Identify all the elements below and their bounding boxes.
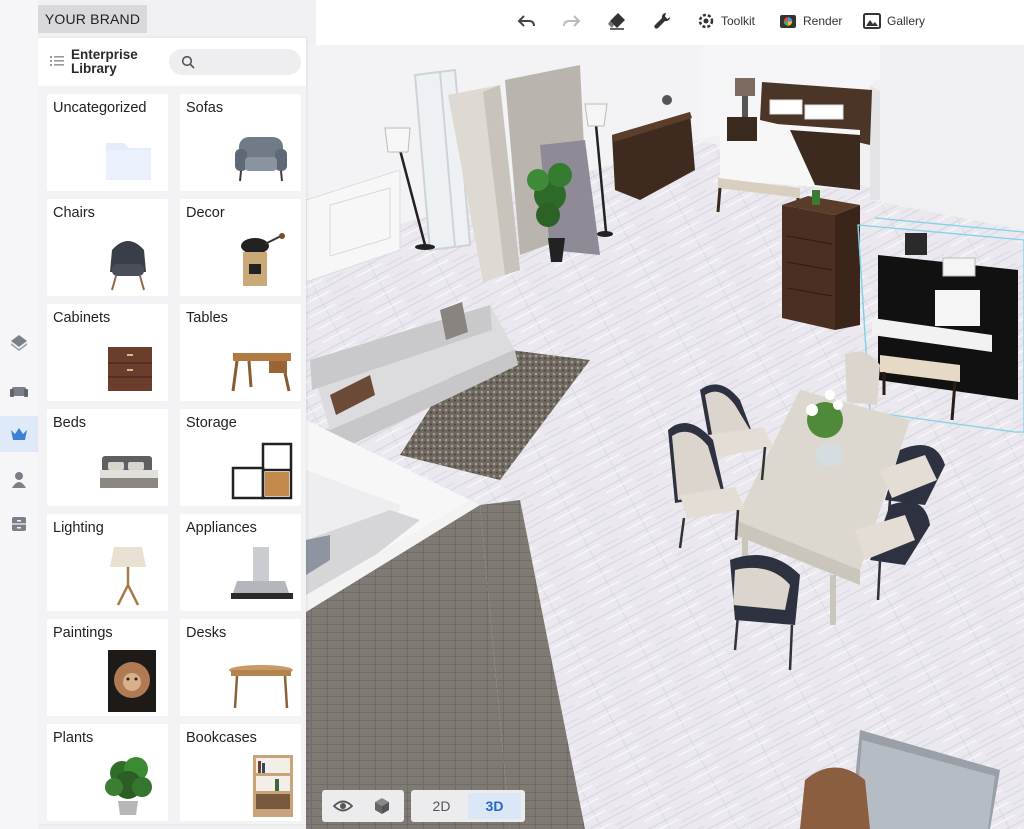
mode-2d-button[interactable]: 2D bbox=[415, 793, 468, 819]
category-label: Sofas bbox=[186, 100, 224, 116]
list-icon[interactable] bbox=[50, 54, 64, 68]
category-storage[interactable]: Storage bbox=[180, 409, 301, 506]
render-button[interactable]: Render bbox=[778, 8, 842, 34]
category-label: Storage bbox=[186, 415, 237, 431]
toolkit-gear-icon bbox=[698, 13, 714, 29]
rail-people-button[interactable] bbox=[0, 462, 38, 498]
category-lighting[interactable]: Lighting bbox=[47, 514, 168, 611]
plant-icon bbox=[92, 755, 164, 817]
eye-icon[interactable] bbox=[333, 796, 353, 816]
shelf-icon bbox=[225, 440, 297, 502]
brand-logo: YOUR BRAND bbox=[38, 5, 147, 33]
sofa-icon bbox=[10, 387, 28, 397]
library-header: Enterprise Library bbox=[38, 38, 306, 86]
wrench-icon bbox=[654, 12, 671, 29]
library-panel: Enterprise Library Uncategorized Sofas C… bbox=[38, 38, 306, 824]
category-label: Cabinets bbox=[53, 310, 111, 326]
redo-icon bbox=[563, 15, 581, 27]
category-desks[interactable]: Desks bbox=[180, 619, 301, 716]
undo-icon bbox=[517, 15, 535, 27]
rail-structure-button[interactable] bbox=[0, 325, 38, 361]
category-tables[interactable]: Tables bbox=[180, 304, 301, 401]
category-sofas[interactable]: Sofas bbox=[180, 94, 301, 191]
cube-icon[interactable] bbox=[372, 796, 392, 816]
toolkit-button[interactable]: Toolkit bbox=[696, 8, 755, 34]
category-appliances[interactable]: Appliances bbox=[180, 514, 301, 611]
category-label: Paintings bbox=[53, 625, 113, 641]
range-hood-icon bbox=[225, 545, 297, 607]
cabinet-icon bbox=[92, 335, 164, 397]
armchair-icon bbox=[225, 125, 297, 187]
grinder-icon bbox=[225, 230, 297, 292]
category-chairs[interactable]: Chairs bbox=[47, 199, 168, 296]
rail-library-button[interactable] bbox=[0, 416, 38, 452]
category-bookcases[interactable]: Bookcases bbox=[180, 724, 301, 821]
rail-furniture-button[interactable] bbox=[0, 373, 38, 409]
category-label: Uncategorized bbox=[53, 100, 147, 116]
category-label: Bookcases bbox=[186, 730, 257, 746]
floor-lamp-icon bbox=[92, 545, 164, 607]
toolkit-label: Toolkit bbox=[721, 14, 756, 28]
layers-cube-icon bbox=[11, 335, 27, 351]
cabinet-icon bbox=[12, 517, 26, 531]
eraser-button[interactable] bbox=[607, 8, 627, 34]
view-controls bbox=[322, 790, 404, 822]
category-cabinets[interactable]: Cabinets bbox=[47, 304, 168, 401]
category-label: Chairs bbox=[53, 205, 95, 221]
lion-painting-icon bbox=[92, 650, 164, 712]
category-label: Desks bbox=[186, 625, 227, 641]
category-label: Lighting bbox=[53, 520, 104, 536]
undo-button[interactable] bbox=[516, 8, 536, 34]
render-camera-icon bbox=[780, 15, 796, 28]
category-decor[interactable]: Decor bbox=[180, 199, 301, 296]
category-paintings[interactable]: Paintings bbox=[47, 619, 168, 716]
mode-3d-button[interactable]: 3D bbox=[468, 793, 521, 819]
category-plants[interactable]: Plants bbox=[47, 724, 168, 821]
library-title[interactable]: Enterprise Library bbox=[71, 48, 161, 76]
top-toolbar: Toolkit Render Gallery bbox=[316, 0, 1024, 45]
desk-table-icon bbox=[225, 335, 297, 397]
category-label: Beds bbox=[53, 415, 87, 431]
category-beds[interactable]: Beds bbox=[47, 409, 168, 506]
desk-icon bbox=[225, 650, 297, 712]
gallery-button[interactable]: Gallery bbox=[862, 8, 925, 34]
gallery-image-icon bbox=[863, 13, 881, 29]
bookcase-icon bbox=[225, 755, 297, 817]
category-label: Appliances bbox=[186, 520, 257, 536]
view-mode-switch: 2D 3D bbox=[411, 790, 525, 822]
category-label: Plants bbox=[53, 730, 94, 746]
gallery-label: Gallery bbox=[887, 14, 926, 28]
category-label: Decor bbox=[186, 205, 225, 221]
chair-icon bbox=[92, 230, 164, 292]
bed-icon bbox=[92, 440, 164, 502]
eraser-icon bbox=[608, 13, 625, 30]
category-uncategorized[interactable]: Uncategorized bbox=[47, 94, 168, 191]
search-icon bbox=[181, 55, 195, 69]
person-icon bbox=[12, 472, 26, 488]
redo-button[interactable] bbox=[562, 8, 582, 34]
crown-icon bbox=[11, 428, 27, 440]
category-label: Tables bbox=[186, 310, 228, 326]
search-input[interactable] bbox=[200, 51, 296, 73]
render-label: Render bbox=[803, 14, 843, 28]
wrench-button[interactable] bbox=[652, 8, 672, 34]
folder-icon bbox=[92, 125, 164, 187]
rail-appliance-button[interactable] bbox=[0, 506, 38, 542]
left-tool-rail bbox=[0, 0, 38, 829]
